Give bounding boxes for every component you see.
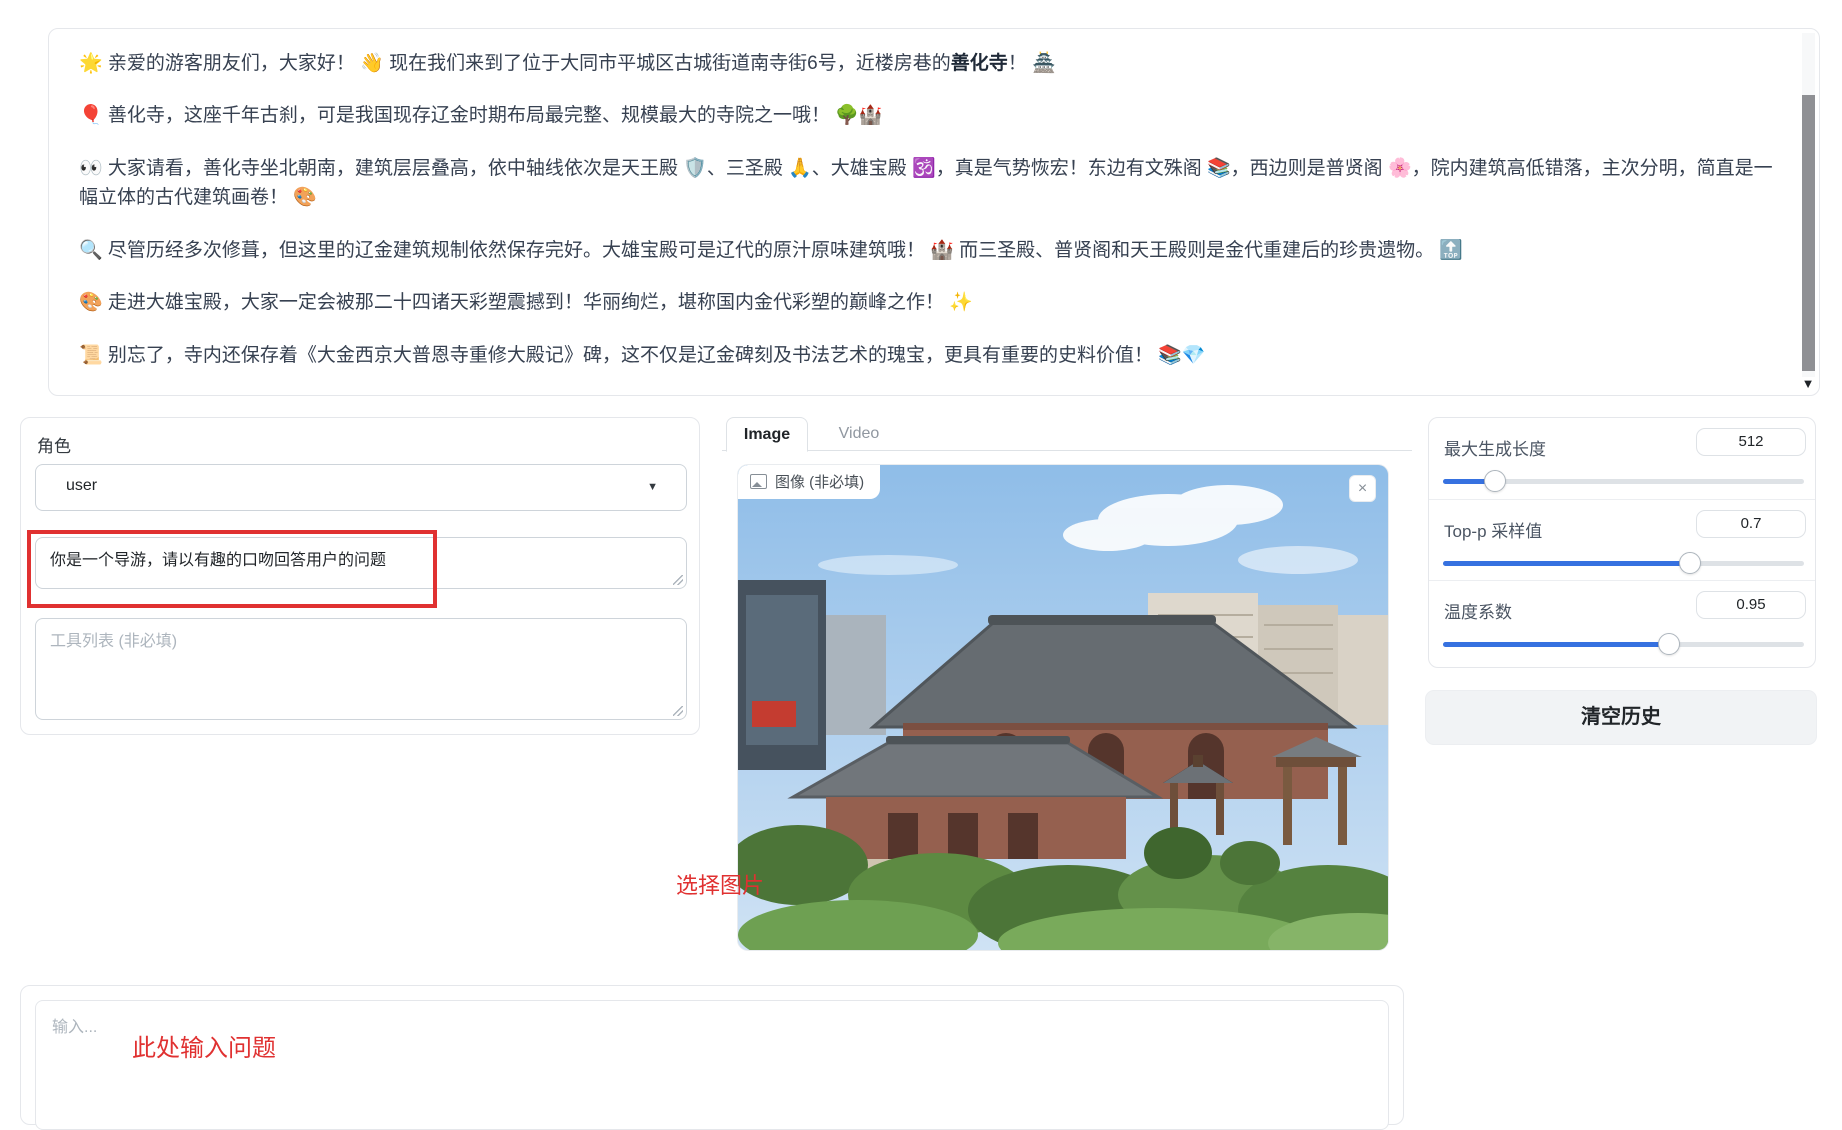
chat-scrollbar[interactable] — [1802, 33, 1815, 377]
input-here-annotation: 此处输入问题 — [132, 1028, 276, 1063]
param-row-max-length: 最大生成长度 512 — [1429, 418, 1815, 499]
top-p-slider[interactable] — [1443, 556, 1804, 570]
chat-paragraph: 📸 大家快拿出相机，记录下这难得一见的古寺风貌吧！ 🌟 — [79, 393, 1775, 395]
chat-messages: 🌟 亲爱的游客朋友们，大家好！ 👋 现在我们来到了位于大同市平城区古城街道南寺街… — [49, 29, 1795, 395]
temple-name-bold: 善化寺 — [951, 53, 1008, 74]
chat-transcript-panel: 🌟 亲爱的游客朋友们，大家好！ 👋 现在我们来到了位于大同市平城区古城街道南寺街… — [48, 28, 1820, 396]
param-value-box[interactable]: 0.95 — [1696, 591, 1806, 619]
media-tabbar: Image Video — [722, 417, 1412, 451]
max-length-slider[interactable] — [1443, 474, 1804, 488]
tab-image[interactable]: Image — [726, 417, 808, 452]
slider-handle[interactable] — [1484, 470, 1506, 492]
chat-paragraph: 🌟 亲爱的游客朋友们，大家好！ 👋 现在我们来到了位于大同市平城区古城街道南寺街… — [79, 49, 1775, 78]
scroll-down-arrow-icon[interactable]: ▼ — [1801, 376, 1815, 391]
chat-paragraph: 👀 大家请看，善化寺坐北朝南，建筑层层叠高，依中轴线依次是天王殿 🛡️、三圣殿 … — [79, 154, 1775, 213]
generation-params-panel: 最大生成长度 512 Top-p 采样值 0.7 温度系数 0.95 — [1428, 417, 1816, 668]
param-row-top-p: Top-p 采样值 0.7 — [1429, 499, 1815, 580]
image-icon — [750, 474, 767, 489]
chat-scrollbar-thumb[interactable] — [1802, 95, 1815, 371]
question-input[interactable]: 输入... — [35, 1000, 1389, 1130]
param-label: 最大生成长度 — [1444, 435, 1546, 460]
close-icon[interactable]: × — [1349, 475, 1376, 502]
tab-video[interactable]: Video — [824, 417, 894, 451]
chat-paragraph: 📜 别忘了，寺内还保存着《大金西京大普恩寺重修大殿记》碑，这不仅是辽金碑刻及书法… — [79, 341, 1775, 370]
pick-image-annotation: 选择图片 — [676, 868, 764, 900]
chevron-down-icon: ▼ — [647, 481, 658, 493]
resize-grip-icon[interactable] — [673, 575, 683, 585]
param-row-temperature: 温度系数 0.95 — [1429, 580, 1815, 661]
role-label: 角色 — [37, 432, 71, 457]
role-panel: 角色 user ▼ 你是一个导游，请以有趣的口吻回答用户的问题 工具列表 (非必… — [20, 417, 700, 735]
temple-photo — [738, 465, 1388, 950]
slider-handle[interactable] — [1679, 552, 1701, 574]
role-select-value: user — [66, 477, 97, 495]
clear-history-button[interactable]: 清空历史 — [1425, 690, 1817, 745]
image-upload-preview[interactable]: 图像 (非必填) × — [738, 465, 1388, 950]
tools-list-placeholder: 工具列表 (非必填) — [50, 633, 177, 650]
chat-paragraph: 🎨 走进大雄宝殿，大家一定会被那二十四诸天彩塑震撼到！华丽绚烂，堪称国内金代彩塑… — [79, 288, 1775, 317]
param-label: Top-p 采样值 — [1444, 517, 1542, 542]
system-prompt-textarea[interactable]: 你是一个导游，请以有趣的口吻回答用户的问题 — [35, 537, 687, 589]
chat-paragraph: 🔍 尽管历经多次修葺，但这里的辽金建筑规制依然保存完好。大雄宝殿可是辽代的原汁原… — [79, 236, 1775, 265]
resize-grip-icon[interactable] — [673, 706, 683, 716]
tools-list-textarea[interactable]: 工具列表 (非必填) — [35, 618, 687, 720]
slider-handle[interactable] — [1658, 633, 1680, 655]
chat-paragraph: 🎈 善化寺，这座千年古刹，可是我国现存辽金时期布局最完整、规模最大的寺院之一哦！… — [79, 101, 1775, 130]
temperature-slider[interactable] — [1443, 637, 1804, 651]
param-value-box[interactable]: 0.7 — [1696, 510, 1806, 538]
param-value-box[interactable]: 512 — [1696, 428, 1806, 456]
role-select[interactable]: user ▼ — [35, 464, 687, 511]
param-label: 温度系数 — [1444, 598, 1512, 623]
image-field-badge: 图像 (非必填) — [738, 465, 880, 499]
question-input-placeholder: 输入... — [52, 1013, 97, 1037]
